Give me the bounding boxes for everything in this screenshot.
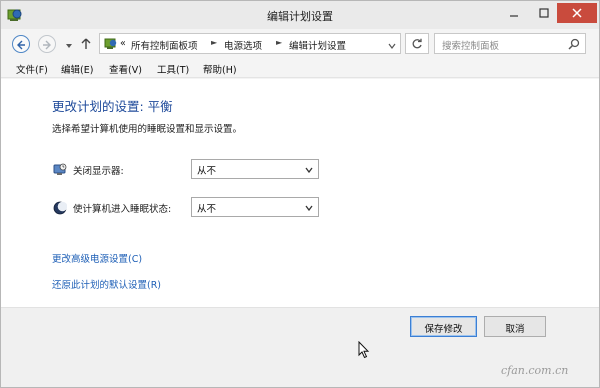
chevron-down-icon [66,44,72,48]
navigation-bar: « 所有控制面板项 ► 电源选项 ► 编辑计划设置 搜索控制面板 [1,29,599,59]
menu-help[interactable]: 帮助(H) [203,62,237,76]
title-bar: 编辑计划设置 [1,1,599,29]
content-panel: 更改计划的设置: 平衡 选择希望计算机使用的睡眠设置和显示设置。 关闭显示器: … [1,79,599,307]
menu-tools[interactable]: 工具(T) [157,62,189,76]
search-placeholder: 搜索控制面板 [442,41,500,52]
breadcrumb-separator-icon[interactable]: ► [211,38,217,47]
back-button[interactable] [12,35,30,53]
page-title: 更改计划的设置: 平衡 [52,99,173,114]
page-subtitle: 选择希望计算机使用的睡眠设置和显示设置。 [52,124,243,135]
menu-bar: 文件(F) 编辑(E) 查看(V) 工具(T) 帮助(H) [1,59,599,78]
breadcrumb-separator-icon[interactable]: ► [276,38,282,47]
sleep-label: 使计算机进入睡眠状态: [73,204,172,215]
close-icon [572,8,582,18]
chevron-down-icon [388,43,396,49]
recent-locations-dropdown[interactable] [65,41,73,52]
menu-edit[interactable]: 编辑(E) [61,62,93,76]
close-button[interactable] [557,3,597,23]
watermark: cfan.com.cn [501,364,569,377]
arrow-left-icon [17,40,25,50]
display-off-value: 从不 [197,166,217,177]
breadcrumb-power-options[interactable]: 电源选项 [224,38,262,52]
minimize-button[interactable] [501,3,527,23]
breadcrumb-overflow[interactable]: « [120,38,126,49]
cancel-button[interactable]: 取消 [484,316,546,337]
forward-button[interactable] [38,35,56,53]
arrow-right-icon [43,40,51,50]
mouse-cursor-icon [358,340,370,362]
sleep-select[interactable]: 从不 [191,197,319,217]
maximize-button[interactable] [531,3,557,23]
display-off-select[interactable]: 从不 [191,159,319,179]
arrow-up-icon [81,38,91,49]
window: 编辑计划设置 « 所有控制面板项 ► 电源选项 ► 编辑计划设置 搜索控制面板 … [0,0,600,388]
chevron-down-icon [305,205,313,211]
search-icon[interactable] [568,38,580,53]
menu-view[interactable]: 查看(V) [109,62,142,76]
refresh-button[interactable] [405,33,429,54]
breadcrumb-all-control-panel-items[interactable]: 所有控制面板项 [131,38,198,52]
display-off-label: 关闭显示器: [73,166,124,177]
control-panel-icon [104,37,118,51]
breadcrumb-edit-plan-settings[interactable]: 编辑计划设置 [289,38,346,52]
refresh-icon [412,38,422,49]
up-button[interactable] [81,38,91,53]
action-bar: 保存修改 取消 cfan.com.cn [1,307,599,387]
address-history-dropdown[interactable] [388,41,396,52]
restore-defaults-link[interactable]: 还原此计划的默认设置(R) [52,277,161,291]
menu-file[interactable]: 文件(F) [16,62,48,76]
advanced-power-settings-link[interactable]: 更改高级电源设置(C) [52,251,142,265]
save-changes-button[interactable]: 保存修改 [410,316,477,337]
sleep-moon-icon [53,201,68,215]
chevron-down-icon [305,167,313,173]
address-bar[interactable]: « 所有控制面板项 ► 电源选项 ► 编辑计划设置 [99,33,401,54]
display-icon [53,163,67,177]
search-input[interactable]: 搜索控制面板 [434,33,586,54]
sleep-value: 从不 [197,204,217,215]
